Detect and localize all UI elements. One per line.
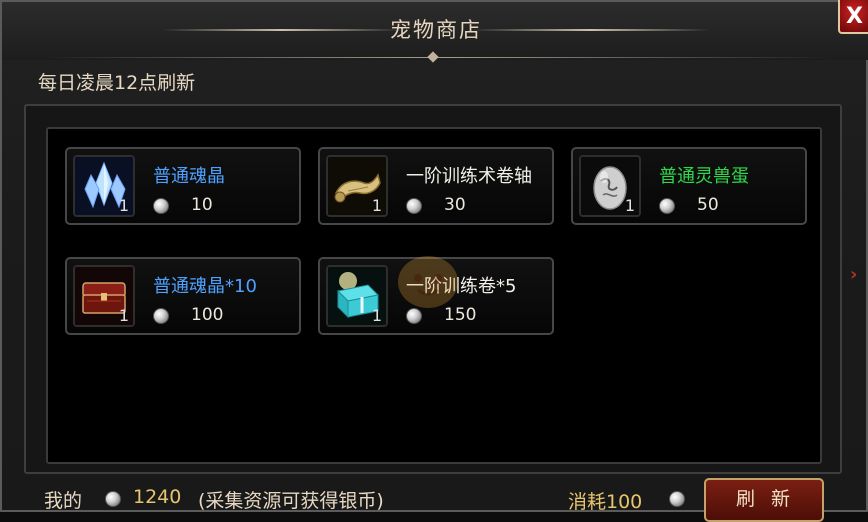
my-silver-amount: 1240	[133, 486, 182, 508]
title-ornament-right	[470, 29, 710, 31]
item-name: 普通魂晶*10	[153, 276, 257, 297]
pet-shop-window: 宠物商店 X 每日凌晨12点刷新 1 普通魂晶 10 1 一阶训练术卷轴 30 …	[0, 0, 868, 522]
shop-item-card[interactable]: 1 普通魂晶 10	[65, 147, 301, 225]
shop-item-card[interactable]: 1 普通魂晶*10 100	[65, 257, 301, 335]
item-icon-slot[interactable]: 1	[326, 265, 388, 327]
item-icon-slot[interactable]: 1	[73, 265, 135, 327]
refresh-schedule-note: 每日凌晨12点刷新	[38, 72, 196, 94]
silver-coin-icon	[105, 491, 121, 507]
shop-item-card[interactable]: 1 普通灵兽蛋 50	[571, 147, 807, 225]
item-icon-slot[interactable]: 1	[73, 155, 135, 217]
silver-source-hint: (采集资源可获得银币)	[198, 490, 384, 512]
title-bar: 宠物商店	[2, 2, 868, 60]
item-quantity: 1	[371, 306, 382, 325]
item-quantity: 1	[624, 196, 635, 215]
silver-coin-icon	[659, 198, 675, 214]
my-silver-label: 我的	[44, 490, 83, 512]
item-price: 10	[191, 195, 213, 215]
item-quantity: 1	[371, 196, 382, 215]
silver-coin-icon	[669, 491, 685, 507]
refresh-cost-label: 消耗100	[568, 491, 643, 513]
next-page-arrow-icon[interactable]: ›	[850, 264, 857, 285]
item-name: 一阶训练术卷轴	[406, 166, 532, 187]
window-title: 宠物商店	[390, 18, 482, 42]
item-icon-slot[interactable]: 1	[579, 155, 641, 217]
item-name: 普通魂晶	[153, 166, 225, 187]
item-quantity: 1	[118, 306, 129, 325]
silver-coin-icon	[406, 198, 422, 214]
shop-item-card[interactable]: 1 一阶训练术卷轴 30	[318, 147, 554, 225]
item-price: 100	[191, 305, 224, 325]
item-price: 50	[697, 195, 719, 215]
item-icon-slot[interactable]: 1	[326, 155, 388, 217]
refresh-button[interactable]: 刷新	[704, 478, 824, 522]
close-button[interactable]: X	[838, 0, 868, 34]
mascot-watermark-icon	[398, 256, 458, 308]
silver-coin-icon	[153, 308, 169, 324]
item-quantity: 1	[118, 196, 129, 215]
item-name: 普通灵兽蛋	[659, 166, 749, 187]
item-price: 30	[444, 195, 466, 215]
silver-coin-icon	[153, 198, 169, 214]
